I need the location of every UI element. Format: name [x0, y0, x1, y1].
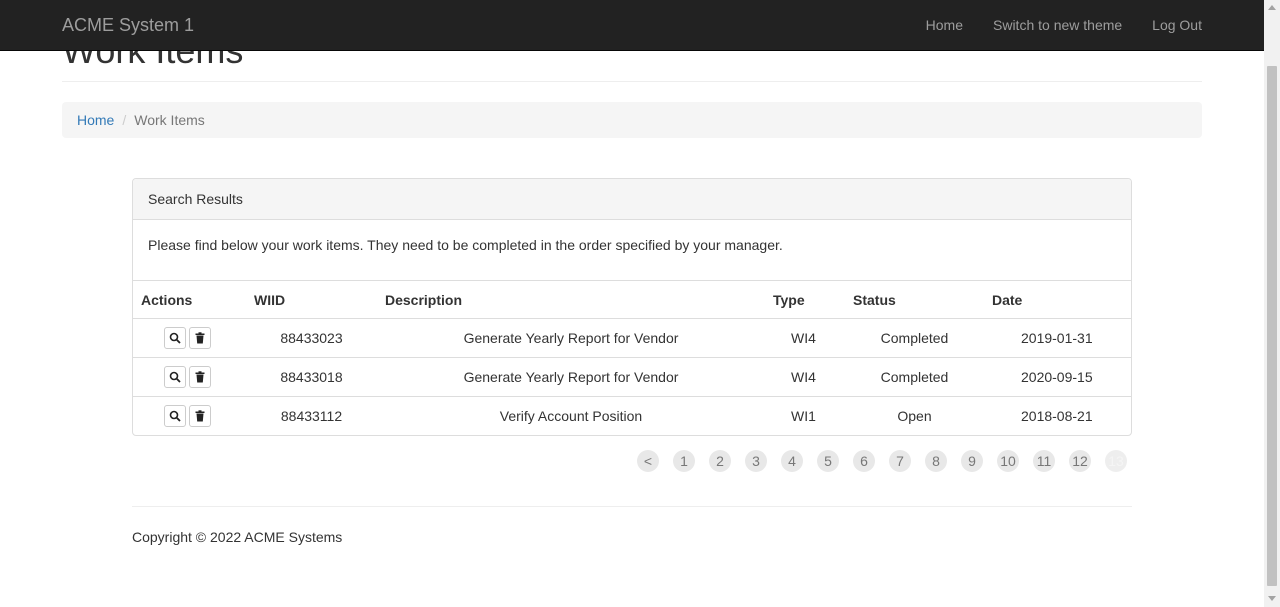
table-row: 88433018 Generate Yearly Report for Vendo… [133, 357, 1131, 397]
cell-wiid: 88433112 [280, 408, 343, 424]
breadcrumb: Home / Work Items [62, 102, 1202, 138]
panel-heading: Search Results [133, 179, 1131, 220]
panel-intro: Please find below your work items. They … [133, 220, 1131, 281]
brand-title[interactable]: ACME System 1 [62, 14, 194, 36]
view-button[interactable] [164, 327, 186, 349]
table-row: 88433023 Generate Yearly Report for Vendo… [133, 318, 1131, 358]
pagination-page-5[interactable]: 5 [817, 450, 839, 472]
title-divider [62, 81, 1202, 82]
cell-date: 2020-09-15 [984, 357, 1131, 397]
nav-home-link[interactable]: Home [911, 0, 978, 50]
nav-logout-link[interactable]: Log Out [1137, 0, 1202, 50]
trash-icon [195, 371, 205, 383]
col-header-actions: Actions [133, 281, 246, 319]
work-items-table: Actions WIID Description Type Status Dat… [133, 281, 1131, 435]
trash-icon [195, 332, 205, 344]
nav-links: Home Switch to new theme Log Out [911, 0, 1202, 50]
breadcrumb-home-link[interactable]: Home [77, 112, 114, 128]
pagination-page-10[interactable]: 10 [997, 450, 1019, 472]
pagination-page-13[interactable]: 13 [1105, 450, 1127, 472]
cell-status: Completed [845, 357, 984, 397]
col-header-status: Status [845, 281, 984, 319]
table-header-row: Actions WIID Description Type Status Dat… [133, 281, 1131, 319]
pagination-page-7[interactable]: 7 [889, 450, 911, 472]
row-actions [133, 318, 246, 358]
footer-divider [132, 506, 1132, 507]
top-navbar: ACME System 1 Home Switch to new theme L… [0, 0, 1264, 51]
cell-description: Verify Account Position [499, 408, 643, 424]
search-results-panel: Search Results Please find below your wo… [132, 178, 1132, 436]
breadcrumb-separator: / [122, 112, 127, 128]
table-row: 88433112 Verify Account Position WI1 Open 20… [133, 397, 1131, 436]
cell-type: WI4 [765, 357, 845, 397]
delete-button[interactable] [189, 327, 211, 349]
pagination-page-11[interactable]: 11 [1033, 450, 1055, 472]
cell-description: Generate Yearly Report for Vendor [377, 357, 765, 397]
pagination-prev-button[interactable]: < [637, 450, 659, 472]
cell-status: Completed [845, 318, 984, 358]
cell-wiid: 88433018 [246, 357, 377, 397]
cell-description: Generate Yearly Report for Vendor [377, 318, 765, 358]
trash-icon [195, 410, 205, 422]
view-button[interactable] [164, 366, 186, 388]
row-actions [133, 357, 246, 397]
nav-switch-theme-link[interactable]: Switch to new theme [978, 0, 1137, 50]
scrollbar-thumb[interactable] [1267, 66, 1277, 586]
pagination-page-8[interactable]: 8 [925, 450, 947, 472]
cell-status: Open [897, 408, 932, 424]
col-header-wiid: WIID [246, 281, 377, 319]
col-header-description: Description [377, 281, 765, 319]
scroll-down-arrow-icon[interactable] [1268, 596, 1276, 601]
pagination-page-1[interactable]: 1 [673, 450, 695, 472]
pagination-page-9[interactable]: 9 [961, 450, 983, 472]
search-icon [169, 332, 181, 344]
view-button[interactable] [164, 405, 186, 427]
cell-type: WI1 [791, 408, 816, 424]
footer-copyright: Copyright © 2022 ACME Systems [132, 529, 343, 545]
col-header-date: Date [984, 281, 1131, 319]
pagination-page-4[interactable]: 4 [781, 450, 803, 472]
row-actions [133, 397, 246, 436]
col-header-type: Type [765, 281, 845, 319]
breadcrumb-current: Work Items [134, 112, 205, 128]
pagination-page-6[interactable]: 6 [853, 450, 875, 472]
pagination-page-2[interactable]: 2 [709, 450, 731, 472]
pagination-page-3[interactable]: 3 [745, 450, 767, 472]
delete-button[interactable] [189, 405, 211, 427]
cell-wiid: 88433023 [246, 318, 377, 358]
cell-type: WI4 [765, 318, 845, 358]
search-icon [169, 371, 181, 383]
cell-date: 2019-01-31 [984, 318, 1131, 358]
search-icon [169, 410, 181, 422]
delete-button[interactable] [189, 366, 211, 388]
pagination-page-12[interactable]: 12 [1069, 450, 1091, 472]
pagination: <1 2 3 4 5 6 7 8 9 10 11 12 13 [637, 450, 1141, 472]
cell-date: 2018-08-21 [1021, 408, 1093, 424]
scroll-up-arrow-icon[interactable] [1268, 5, 1276, 10]
